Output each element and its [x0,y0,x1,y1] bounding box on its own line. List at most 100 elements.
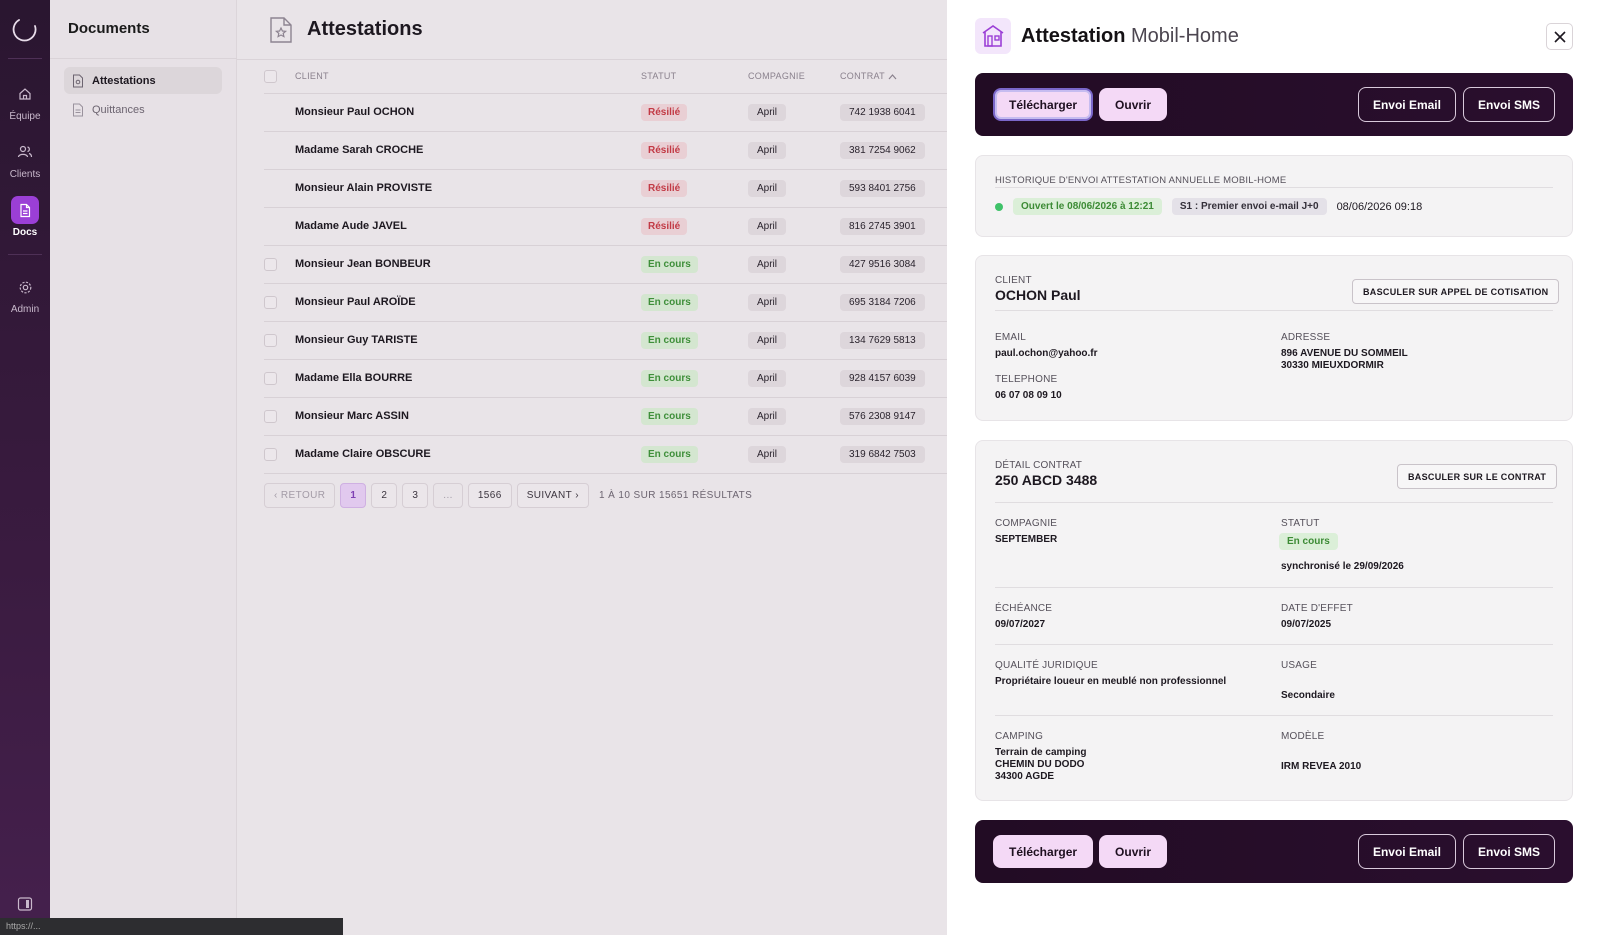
client-name-cell[interactable]: Madame Aude JAVEL [295,220,407,232]
client-name-cell[interactable]: Monsieur Paul OCHON [295,106,414,118]
company-badge: April [748,217,787,235]
rail-item-equipe[interactable]: Équipe [0,80,50,122]
rail-divider [8,58,42,59]
rail-item-clients[interactable]: Clients [0,138,50,180]
client-name-cell[interactable]: Monsieur Guy TARISTE [295,334,418,346]
table-row[interactable]: Madame Ella BOURRE En cours April 928 4157 … [264,359,947,398]
client-name-cell[interactable]: Monsieur Paul AROÏDE [295,296,416,308]
pagination-next-button[interactable]: SUIVANT › [516,483,590,508]
close-icon [1553,30,1566,43]
email-value[interactable]: paul.ochon@yahoo.fr [995,348,1098,360]
open-button[interactable]: Ouvrir [1099,88,1168,121]
address-line-2: 30330 MIEUXDORMIR [1281,360,1384,371]
camping-line-1: Terrain de camping [995,747,1087,758]
open-button[interactable]: Ouvrir [1099,835,1168,868]
sidebar-item-attestations[interactable]: Attestations [64,67,222,94]
history-date: 08/06/2026 09:18 [1336,200,1423,213]
pagination-prev-button[interactable]: ‹ RETOUR [264,483,336,508]
table-row[interactable]: Monsieur Paul AROÏDE En cours April 695 318… [264,283,947,322]
send-email-button[interactable]: Envoi Email [1357,834,1456,869]
contract-divider [995,715,1553,716]
status-badge: Résilié [641,103,688,121]
table-row[interactable]: Monsieur Jean BONBEUR En cours April 427 95… [264,245,947,284]
company-badge: April [748,255,787,273]
select-all-checkbox[interactable] [264,69,277,83]
bottom-action-bar: Télécharger Ouvrir Envoi Email Envoi SMS [975,820,1573,883]
client-name-cell[interactable]: Madame Sarah CROCHE [295,144,423,156]
switch-to-contract-button[interactable]: BASCULER SUR LE CONTRAT [1397,464,1558,489]
table-row[interactable]: Monsieur Marc ASSIN En cours April 576 2308… [264,397,947,436]
history-card: HISTORIQUE D'ENVOI ATTESTATION ANNUELLE … [975,155,1573,237]
rail-divider [8,254,42,255]
rail-item-admin[interactable]: Admin [0,273,50,315]
contract-label: DÉTAIL CONTRAT [995,460,1083,471]
table-row[interactable]: Monsieur Alain PROVISTE Résilié April 593 8… [264,169,947,208]
sidebar-item-label: Attestations [92,74,156,87]
company-badge: April [748,445,787,463]
mobile-home-icon [975,18,1011,54]
document-icon [11,196,39,224]
table-row[interactable]: Madame Aude JAVEL Résilié April 816 2745 39… [264,207,947,246]
row-checkbox[interactable] [264,257,277,271]
app-logo-icon[interactable] [11,14,39,42]
row-checkbox[interactable] [264,447,277,461]
download-button[interactable]: Télécharger [993,88,1094,121]
company-badge: April [748,141,787,159]
history-divider [995,187,1553,188]
pagination-page-last[interactable]: 1566 [467,483,512,508]
history-title: HISTORIQUE D'ENVOI ATTESTATION ANNUELLE … [995,175,1287,186]
pagination-ellipsis: ... [433,483,463,508]
contract-number: 250 ABCD 3488 [995,472,1098,488]
table-row[interactable]: Madame Claire OBSCURE En cours April 319 68… [264,435,947,474]
send-sms-button[interactable]: Envoi SMS [1462,87,1555,122]
sort-ascending-icon[interactable] [888,73,897,80]
sidebar-toggle-icon[interactable] [17,896,33,912]
phone-value[interactable]: 06 07 08 09 10 [995,390,1062,402]
row-checkbox[interactable] [264,409,277,423]
pagination: ‹ RETOUR 1 2 3 ... 1566 SUIVANT › 1 À 10… [264,483,752,508]
column-header-contrat[interactable]: CONTRAT [840,60,947,94]
send-sms-button[interactable]: Envoi SMS [1462,834,1555,869]
sidebar-item-quittances[interactable]: Quittances [64,96,222,123]
address-line-1: 896 AVENUE DU SOMMEIL [1281,348,1408,359]
browser-status-url: https://... [0,918,343,935]
rail-item-label: Admin [10,304,40,315]
download-button[interactable]: Télécharger [993,835,1094,868]
client-card: CLIENT OCHON Paul BASCULER SUR APPEL DE … [975,255,1573,421]
company-label: COMPAGNIE [995,518,1058,529]
column-header-compagnie[interactable]: COMPAGNIE [748,60,840,94]
camping-line-3: 34300 AGDE [995,771,1055,782]
column-header-statut[interactable]: STATUT [641,60,748,94]
client-name-cell[interactable]: Monsieur Marc ASSIN [295,410,409,422]
contract-number-cell: 695 3184 7206 [840,293,925,311]
table-row[interactable]: Madame Sarah CROCHE Résilié April 381 7254 … [264,131,947,170]
pagination-page-1[interactable]: 1 [340,483,367,508]
status-badge: Résilié [641,217,688,235]
row-checkbox[interactable] [264,295,277,309]
client-name-cell[interactable]: Monsieur Jean BONBEUR [295,258,431,270]
certificate-star-icon [270,17,292,43]
opened-badge: Ouvert le 08/06/2026 à 12:21 [1013,198,1162,215]
row-checkbox[interactable] [264,333,277,347]
status-badge: En cours [641,255,698,273]
close-button[interactable] [1546,23,1573,50]
rail-item-label: Docs [12,227,38,238]
contract-number-cell: 427 9516 3084 [840,255,925,273]
sync-date: synchronisé le 29/09/2026 [1281,561,1404,572]
send-email-button[interactable]: Envoi Email [1357,87,1456,122]
rail-item-docs[interactable]: Docs [0,196,50,238]
contract-number-cell: 593 8401 2756 [840,179,925,197]
pagination-page-2[interactable]: 2 [371,483,398,508]
client-name-cell[interactable]: Madame Claire OBSCURE [295,448,431,460]
client-name-cell[interactable]: Monsieur Alain PROVISTE [295,182,432,194]
column-header-client[interactable]: CLIENT [295,60,641,94]
pagination-page-3[interactable]: 3 [402,483,429,508]
switch-to-contribution-call-button[interactable]: BASCULER SUR APPEL DE COTISATION [1352,279,1560,304]
row-checkbox[interactable] [264,371,277,385]
client-name-cell[interactable]: Madame Ella BOURRE [295,372,412,384]
attestations-list-panel: Attestations CLIENT STATUT COMPAGNIE CON… [237,0,947,935]
table-row[interactable]: Monsieur Paul OCHON Résilié April 742 1938 … [264,93,947,132]
table-header-row: CLIENT STATUT COMPAGNIE CONTRAT [264,60,947,94]
company-badge: April [748,331,787,349]
table-row[interactable]: Monsieur Guy TARISTE En cours April 134 762… [264,321,947,360]
